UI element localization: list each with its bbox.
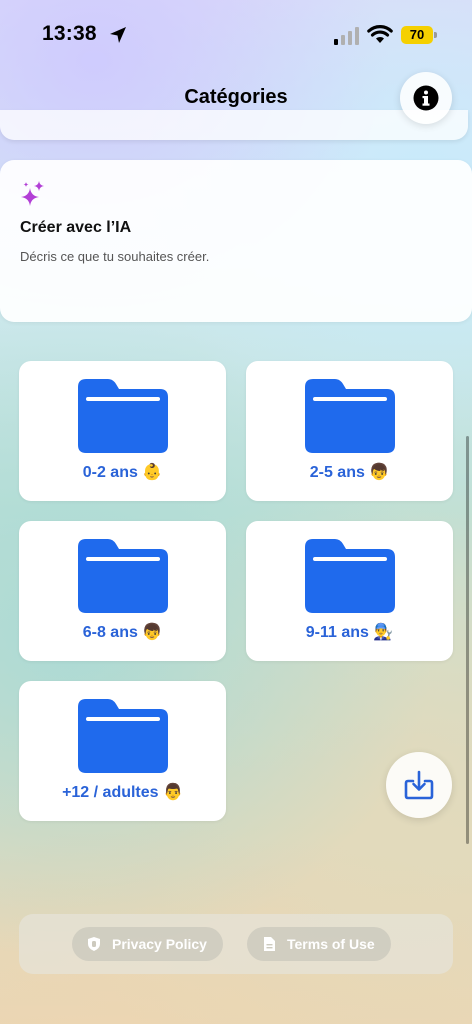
terms-of-use-button[interactable]: Terms of Use	[247, 927, 391, 961]
sparkles-icon	[21, 181, 44, 206]
wifi-icon	[367, 25, 393, 43]
category-label-text: +12 / adultes	[62, 784, 159, 801]
folder-icon	[78, 699, 168, 773]
hand-raised-shield-icon	[88, 937, 100, 951]
ai-card-title: Créer avec l’IA	[20, 219, 132, 236]
status-time: 13:38	[42, 22, 97, 45]
folder-icon	[305, 539, 395, 613]
category-label: 0-2 ans 👶	[19, 462, 226, 482]
battery-level: 70	[409, 27, 425, 42]
folder-icon	[78, 379, 168, 453]
category-card-0-2[interactable]: 0-2 ans 👶	[19, 361, 226, 501]
category-label-text: 2-5 ans	[309, 464, 365, 481]
info-button[interactable]	[400, 72, 452, 124]
location-arrow-icon	[110, 27, 126, 43]
document-icon	[264, 937, 275, 951]
battery-indicator: 70	[401, 26, 437, 44]
boy-emoji: 👦	[142, 622, 163, 641]
category-card-9-11[interactable]: 9-11 ans 👨‍🔧	[246, 521, 453, 661]
category-label: 6-8 ans 👦	[19, 622, 226, 642]
privacy-policy-label: Privacy Policy	[112, 936, 207, 952]
boy-emoji: 👦	[369, 462, 390, 481]
download-button[interactable]	[386, 752, 452, 818]
category-card-12-adults[interactable]: +12 / adultes 👨	[19, 681, 226, 821]
terms-of-use-label: Terms of Use	[287, 936, 375, 952]
category-label-text: 9-11 ans	[305, 624, 369, 641]
cellular-signal-icon	[334, 27, 359, 45]
status-bar: 13:38 70	[0, 0, 472, 70]
category-card-6-8[interactable]: 6-8 ans 👦	[19, 521, 226, 661]
folder-icon	[305, 379, 395, 453]
baby-emoji: 👶	[142, 462, 163, 481]
scrolled-card-edge	[0, 110, 468, 140]
category-label: 9-11 ans 👨‍🔧	[246, 622, 453, 642]
category-label-text: 6-8 ans	[82, 624, 138, 641]
footer-bar: Privacy Policy Terms of Use	[19, 914, 453, 974]
category-label: +12 / adultes 👨	[19, 782, 226, 802]
info-circle-icon	[413, 85, 439, 111]
create-with-ai-card[interactable]	[0, 160, 472, 322]
man-emoji: 👨	[163, 782, 183, 801]
category-label-text: 0-2 ans	[82, 464, 138, 481]
privacy-policy-button[interactable]: Privacy Policy	[72, 927, 223, 961]
category-card-2-5[interactable]: 2-5 ans 👦	[246, 361, 453, 501]
download-tray-icon	[404, 770, 434, 800]
ai-card-description: Décris ce que tu souhaites créer.	[20, 249, 210, 264]
battery-tip	[434, 32, 437, 38]
folder-icon	[78, 539, 168, 613]
mechanic-emoji: 👨‍🔧	[373, 622, 394, 641]
category-label: 2-5 ans 👦	[246, 462, 453, 482]
vertical-scrollbar[interactable]	[466, 436, 469, 844]
